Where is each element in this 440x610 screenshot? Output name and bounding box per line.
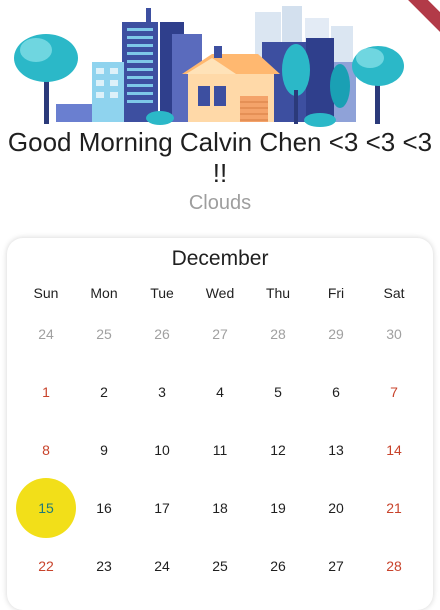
day-number: 25 [212,558,228,574]
calendar-day[interactable]: 18 [191,488,249,528]
calendar-day[interactable]: 9 [75,430,133,470]
day-number: 21 [386,500,402,516]
day-number: 24 [154,558,170,574]
day-number: 27 [328,558,344,574]
day-number: 1 [42,384,50,400]
weekday-header-row: Sun Mon Tue Wed Thu Fri Sat [17,283,423,303]
calendar-day[interactable]: 21 [365,488,423,528]
calendar-day[interactable]: 8 [17,430,75,470]
calendar-week-row: 1 2 3 4 5 6 7 [17,372,423,412]
weekday-label: Tue [150,285,174,301]
day-number: 29 [328,326,344,342]
calendar-day[interactable]: 7 [365,372,423,412]
day-number: 5 [274,384,282,400]
calendar-day[interactable]: 26 [249,546,307,586]
day-number: 26 [270,558,286,574]
calendar-day[interactable]: 14 [365,430,423,470]
day-number: 4 [216,384,224,400]
calendar-week-row: 8 9 10 11 12 13 14 [17,430,423,470]
calendar-day[interactable]: 25 [75,314,133,354]
day-number: 14 [386,442,402,458]
city-house-illustration [0,6,440,130]
calendar-day[interactable]: 16 [75,488,133,528]
calendar-day[interactable]: 26 [133,314,191,354]
calendar-day[interactable]: 12 [249,430,307,470]
day-number: 19 [270,500,286,516]
calendar-day[interactable]: 27 [307,546,365,586]
day-number: 9 [100,442,108,458]
weekday-label: Mon [90,285,118,301]
weather-status: Clouds [188,192,252,214]
weekday-label: Wed [205,285,235,301]
greeting-title: Good Morning Calvin Chen <3 <3 <3 !! [7,127,433,188]
calendar-day[interactable]: 24 [17,314,75,354]
day-number: 11 [212,442,228,458]
calendar-week-row: 22 23 24 25 26 27 28 [17,546,423,586]
day-number: 22 [38,558,54,574]
calendar-day-today[interactable]: 15 [16,478,76,538]
day-number: 24 [38,326,54,342]
day-number: 15 [38,500,54,516]
calendar-day[interactable]: 2 [75,372,133,412]
calendar-day[interactable]: 30 [365,314,423,354]
calendar-day[interactable]: 4 [191,372,249,412]
calendar-day[interactable]: 22 [17,546,75,586]
calendar-month-title: December [171,247,269,270]
calendar-day[interactable]: 28 [249,314,307,354]
day-number: 7 [390,384,398,400]
calendar-day[interactable]: 29 [307,314,365,354]
weekday-label: Fri [327,285,345,301]
calendar-day[interactable]: 11 [191,430,249,470]
day-number: 2 [100,384,108,400]
day-number: 8 [42,442,50,458]
day-number: 3 [158,384,166,400]
calendar-day[interactable]: 24 [133,546,191,586]
day-number: 18 [212,500,228,516]
calendar-day[interactable]: 10 [133,430,191,470]
calendar-week-row: 15 16 17 18 19 20 21 [16,478,423,538]
calendar-day[interactable]: 17 [133,488,191,528]
calendar-day[interactable]: 25 [191,546,249,586]
day-number: 28 [270,326,286,342]
day-number: 10 [154,442,170,458]
day-number: 12 [270,442,286,458]
calendar-week-row: 24 25 26 27 28 29 30 [17,314,423,354]
day-number: 28 [386,558,402,574]
calendar-day[interactable]: 27 [191,314,249,354]
day-number: 16 [96,500,112,516]
day-number: 17 [154,500,170,516]
day-number: 6 [332,384,340,400]
calendar-day[interactable]: 6 [307,372,365,412]
calendar-day[interactable]: 20 [307,488,365,528]
day-number: 13 [328,442,344,458]
calendar-day[interactable]: 23 [75,546,133,586]
calendar-day[interactable]: 3 [133,372,191,412]
calendar-day[interactable]: 28 [365,546,423,586]
weekday-label: Thu [265,285,291,301]
calendar-day[interactable]: 5 [249,372,307,412]
day-number: 27 [212,326,228,342]
day-number: 20 [328,500,344,516]
day-number: 30 [386,326,402,342]
day-number: 25 [96,326,112,342]
calendar-day[interactable]: 19 [249,488,307,528]
calendar-day[interactable]: 1 [17,372,75,412]
day-number: 23 [96,558,112,574]
weekday-label: Sat [383,285,405,301]
calendar-day[interactable]: 13 [307,430,365,470]
day-number: 26 [154,326,170,342]
weekday-label: Sun [33,285,59,301]
